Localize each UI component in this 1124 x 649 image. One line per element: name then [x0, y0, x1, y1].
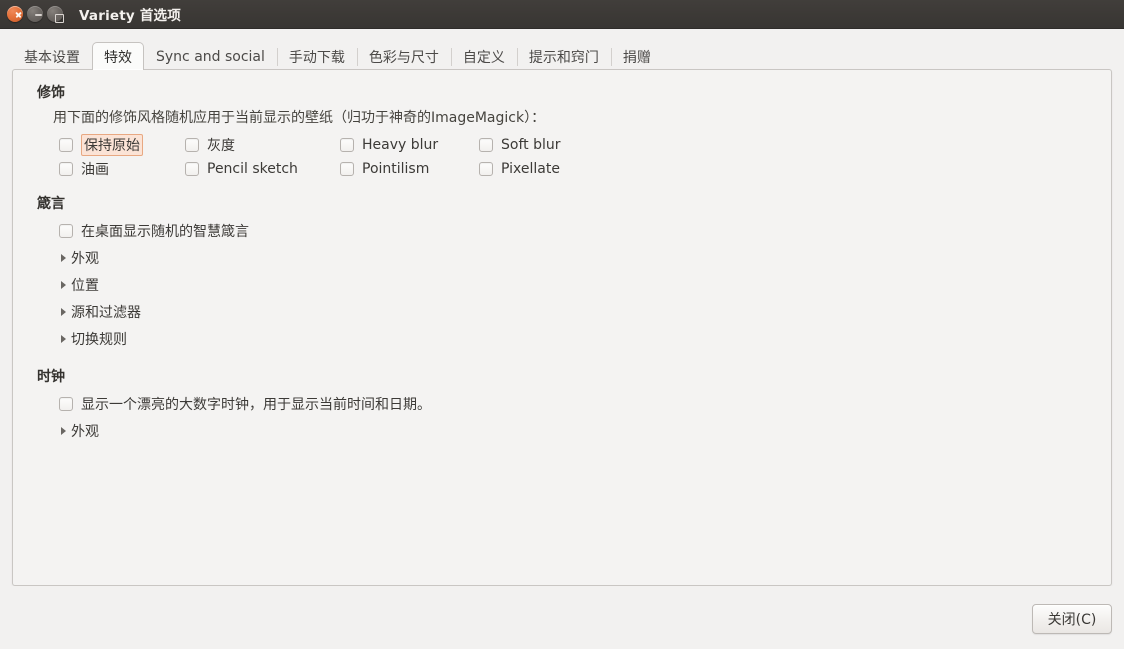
checkbox[interactable] [479, 138, 493, 152]
filter-option-pencil-sketch[interactable]: Pencil sketch [185, 161, 340, 177]
checkbox[interactable] [59, 397, 73, 411]
chevron-right-icon [61, 334, 66, 343]
tab-content-panel: 修饰 用下面的修饰风格随机应用于当前显示的壁纸（归功于神奇的ImageMagic… [12, 69, 1112, 586]
checkbox[interactable] [340, 138, 354, 152]
expander-label: 外观 [71, 250, 99, 267]
tab-basic-settings[interactable]: 基本设置 [12, 42, 92, 70]
tab-label: 自定义 [462, 49, 505, 66]
section-title-filters: 修饰 [37, 85, 65, 101]
filter-option-pixellate[interactable]: Pixellate [479, 161, 659, 177]
section-title-clock: 时钟 [37, 369, 65, 385]
tab-label: 提示和窍门 [528, 49, 599, 66]
quotes-enable-row[interactable]: 在桌面显示随机的智慧箴言 [59, 218, 1095, 244]
quotes-expander-sources-and-filters[interactable]: 源和过滤器 [59, 298, 1095, 325]
tab-bar: 基本设置 特效 Sync and social 手动下载 色彩与尺寸 自定义 提… [0, 29, 1124, 70]
close-icon[interactable] [7, 6, 23, 22]
tab-color-and-size[interactable]: 色彩与尺寸 [356, 42, 451, 70]
filter-label: Soft blur [501, 137, 561, 153]
clock-enable-row[interactable]: 显示一个漂亮的大数字时钟，用于显示当前时间和日期。 [59, 391, 1095, 417]
maximize-icon[interactable] [47, 6, 63, 22]
window-title: Variety 首选项 [79, 8, 181, 24]
checkbox[interactable] [185, 138, 199, 152]
chevron-right-icon [61, 280, 66, 289]
filter-label: 保持原始 [81, 134, 143, 156]
filter-option-keep-original[interactable]: 保持原始 [59, 134, 185, 156]
tab-tips-and-tricks[interactable]: 提示和窍门 [516, 42, 611, 70]
tab-label: 基本设置 [24, 49, 80, 66]
filter-label: Pixellate [501, 161, 560, 177]
filter-label: 灰度 [207, 138, 235, 154]
expander-label: 位置 [71, 277, 99, 294]
chevron-right-icon [61, 253, 66, 262]
quotes-expander-position[interactable]: 位置 [59, 271, 1095, 298]
filter-option-grayscale[interactable]: 灰度 [185, 135, 340, 155]
filter-option-soft-blur[interactable]: Soft blur [479, 137, 659, 153]
expander-label: 切换规则 [71, 331, 127, 348]
tab-customize[interactable]: 自定义 [450, 42, 517, 70]
checkbox[interactable] [479, 162, 493, 176]
filter-option-heavy-blur[interactable]: Heavy blur [340, 137, 479, 153]
preferences-window: Variety 首选项 基本设置 特效 Sync and social 手动下载… [0, 0, 1124, 649]
tab-effects[interactable]: 特效 [92, 42, 144, 70]
chevron-right-icon [61, 426, 66, 435]
checkbox[interactable] [59, 138, 73, 152]
tab-manual-download[interactable]: 手动下载 [276, 42, 357, 70]
window-controls [7, 6, 63, 22]
filter-label: 油画 [81, 162, 109, 178]
clock-expander-appearance[interactable]: 外观 [59, 417, 1095, 444]
tab-label: 特效 [104, 49, 132, 66]
checkbox[interactable] [340, 162, 354, 176]
clock-enable-label: 显示一个漂亮的大数字时钟，用于显示当前时间和日期。 [81, 397, 431, 413]
quotes-expander-appearance[interactable]: 外观 [59, 244, 1095, 271]
filter-label: Pointilism [362, 161, 430, 177]
filters-description: 用下面的修饰风格随机应用于当前显示的壁纸（归功于神奇的ImageMagick）： [53, 110, 546, 126]
tab-donate[interactable]: 捐赠 [610, 42, 663, 70]
expander-label: 外观 [71, 423, 99, 440]
quotes-expander-change-rules[interactable]: 切换规则 [59, 325, 1095, 352]
expander-label: 源和过滤器 [71, 304, 141, 321]
checkbox[interactable] [59, 224, 73, 238]
tab-label: 色彩与尺寸 [368, 49, 439, 66]
checkbox[interactable] [185, 162, 199, 176]
close-button[interactable]: 关闭(C) [1032, 604, 1112, 634]
filter-option-pointilism[interactable]: Pointilism [340, 161, 479, 177]
checkbox[interactable] [59, 162, 73, 176]
window-titlebar: Variety 首选项 [0, 0, 1124, 29]
tab-label: 捐赠 [622, 49, 651, 66]
filter-option-oil-painting[interactable]: 油画 [59, 159, 185, 179]
filters-checkbox-grid: 保持原始 灰度 Heavy blur Soft blur 油画 Pencil s… [59, 134, 1095, 179]
tab-label: 手动下载 [288, 49, 345, 66]
filter-label: Pencil sketch [207, 161, 298, 177]
filter-label: Heavy blur [362, 137, 439, 153]
tab-sync-and-social[interactable]: Sync and social [144, 42, 277, 70]
dialog-footer: 关闭(C) [0, 586, 1124, 649]
tab-label: Sync and social [156, 48, 265, 65]
chevron-right-icon [61, 307, 66, 316]
quotes-enable-label: 在桌面显示随机的智慧箴言 [81, 224, 249, 240]
section-title-quotes: 箴言 [37, 196, 65, 212]
minimize-icon[interactable] [27, 6, 43, 22]
